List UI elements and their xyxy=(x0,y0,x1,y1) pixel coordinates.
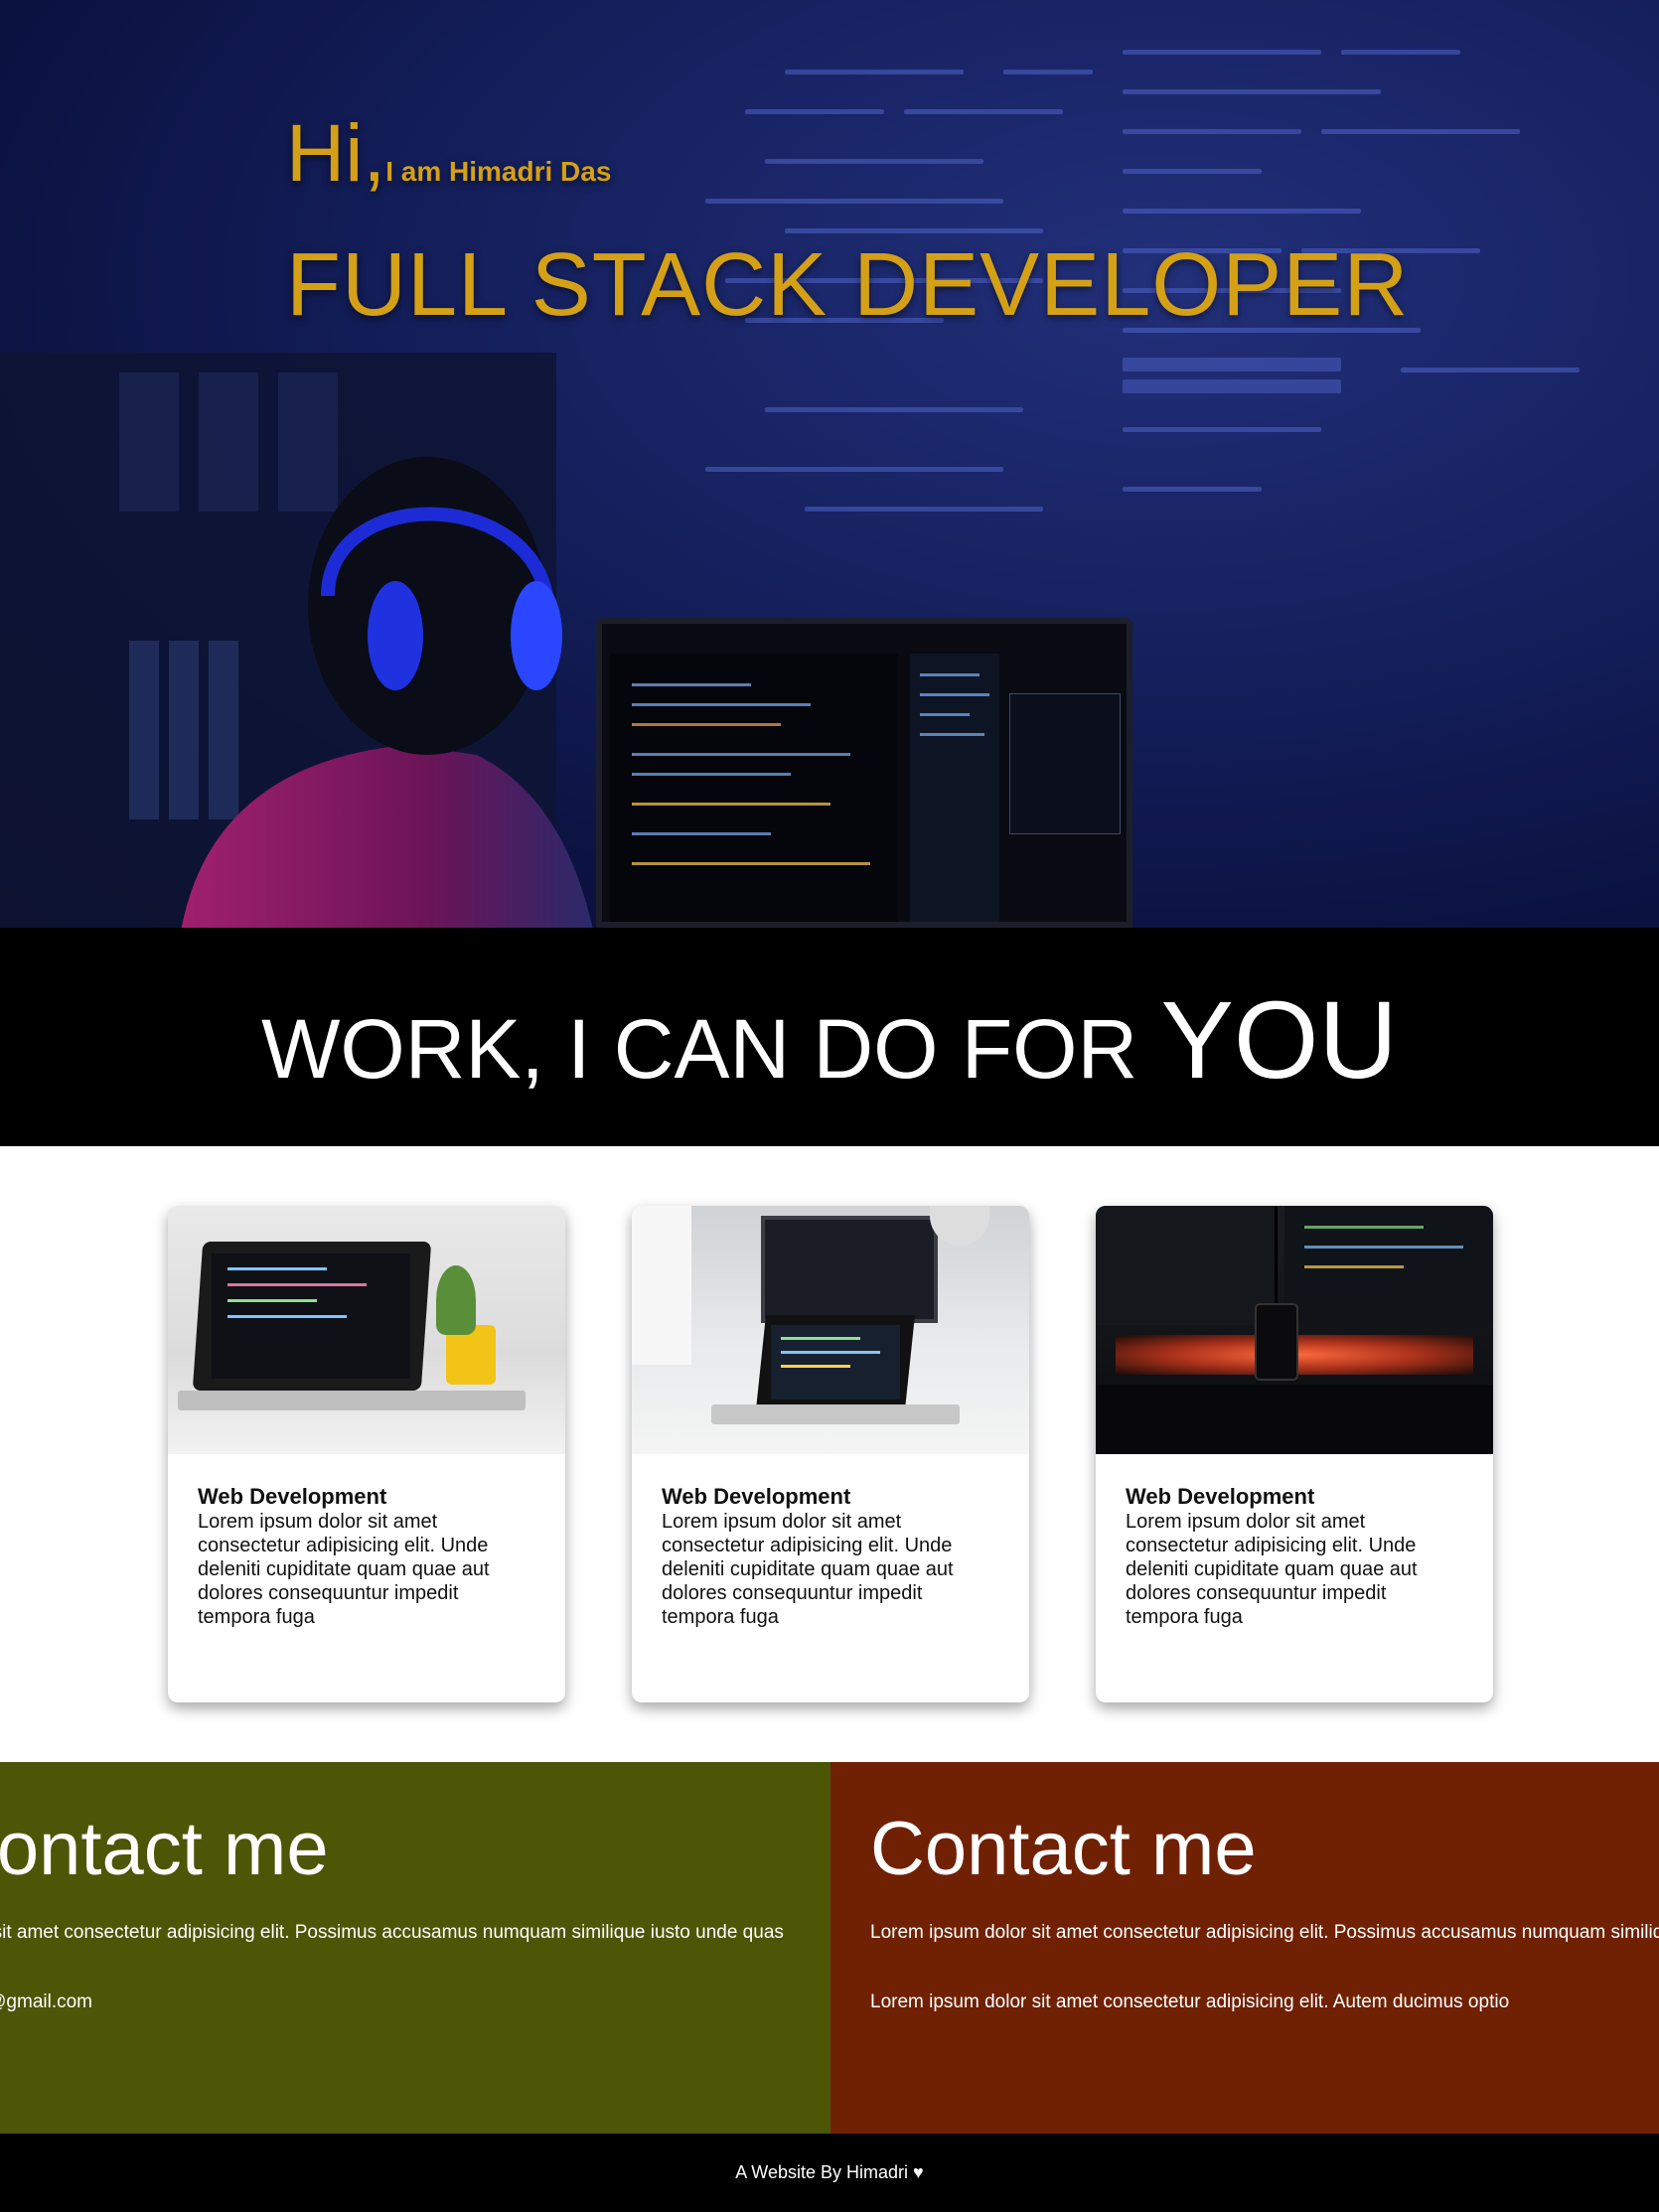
services-banner: WORK, I CAN DO FOR YOU xyxy=(0,928,1659,1146)
contact-heading: Contact me xyxy=(870,1807,1257,1891)
greeting-hi: Hi, xyxy=(286,108,386,199)
card-title: Web Development xyxy=(1126,1484,1315,1509)
dark-workstation-image xyxy=(1096,1206,1493,1454)
card-title: Web Development xyxy=(198,1484,387,1509)
contact-text-secondary: Lorem ipsum dolor sit amet consectetur a… xyxy=(870,1991,1510,2012)
laptop-office-image xyxy=(632,1206,1029,1454)
laptop-desk-image xyxy=(168,1206,565,1454)
contact-heading: Contact me xyxy=(0,1807,329,1891)
card-text: Lorem ipsum dolor sit amet consectetur a… xyxy=(198,1511,490,1628)
card-body: Web Development Lorem ipsum dolor sit am… xyxy=(1096,1454,1493,1659)
contact-text: Lorem ipsum dolor sit amet consectetur a… xyxy=(0,1922,784,1943)
footer-text: A Website By Himadri ♥ xyxy=(735,2162,924,2182)
banner-work-text: WORK, I CAN DO FOR xyxy=(261,1002,1161,1096)
contact-section-right: Contact me Lorem ipsum dolor sit amet co… xyxy=(830,1762,1659,2134)
service-card[interactable]: Web Development Lorem ipsum dolor sit am… xyxy=(168,1206,565,1702)
hero-greeting: Hi,I am Himadri Das xyxy=(286,107,611,201)
banner-you-text: YOU xyxy=(1160,979,1398,1102)
contact-section-left: Contact me Lorem ipsum dolor sit amet co… xyxy=(0,1762,830,2134)
service-card[interactable]: Web Development Lorem ipsum dolor sit am… xyxy=(632,1206,1029,1702)
card-title: Web Development xyxy=(662,1484,851,1509)
card-body: Web Development Lorem ipsum dolor sit am… xyxy=(632,1454,1029,1659)
hero-section: Hi,I am Himadri Das FULL STACK DEVELOPER xyxy=(0,0,1659,928)
card-body: Web Development Lorem ipsum dolor sit am… xyxy=(168,1454,565,1659)
footer: A Website By Himadri ♥ xyxy=(0,2134,1659,2212)
card-text: Lorem ipsum dolor sit amet consectetur a… xyxy=(662,1511,954,1628)
contact-text: Lorem ipsum dolor sit amet consectetur a… xyxy=(870,1922,1659,1943)
hero-title: FULL STACK DEVELOPER xyxy=(286,235,1410,335)
contact-email[interactable]: 30@gmail.com xyxy=(0,1991,92,2014)
card-text: Lorem ipsum dolor sit amet consectetur a… xyxy=(1126,1511,1418,1628)
service-card[interactable]: Web Development Lorem ipsum dolor sit am… xyxy=(1096,1206,1493,1702)
banner-heading: WORK, I CAN DO FOR YOU xyxy=(0,977,1659,1104)
greeting-name: I am Himadri Das xyxy=(385,156,612,187)
monitor-image xyxy=(596,618,1132,928)
